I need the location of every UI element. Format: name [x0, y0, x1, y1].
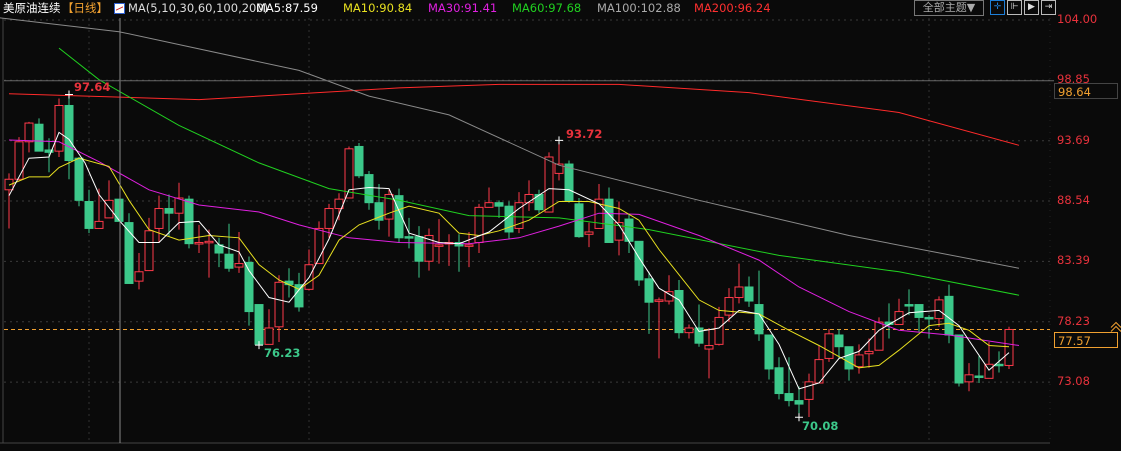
candle-up [194, 241, 204, 245]
candle-up [654, 299, 664, 302]
candle-up [484, 202, 494, 208]
candle-down [904, 304, 914, 307]
candle-down [634, 240, 644, 281]
candle-down [114, 198, 124, 222]
candle-up [714, 316, 724, 345]
candle-up [1004, 328, 1014, 366]
candle-down [64, 104, 74, 162]
extreme-marker-high1 [65, 90, 73, 99]
candle-down [834, 334, 844, 348]
candle-up [144, 230, 154, 272]
candle-down [164, 208, 174, 214]
candle-up [964, 374, 974, 383]
extreme-marker-high2 [555, 136, 563, 145]
candle-up [54, 104, 64, 152]
candle-down [754, 304, 764, 335]
candle-up [724, 297, 734, 316]
high-label-2: 93.72 [566, 127, 603, 141]
ma-line-ma30 [8, 139, 1020, 346]
candle-down [844, 346, 854, 370]
current-price-label: 77.57 [1054, 332, 1118, 348]
candle-up [464, 244, 474, 247]
candle-down [364, 174, 374, 204]
candle-up [544, 156, 554, 213]
y-tick-label: 78.23 [1057, 313, 1090, 328]
candle-up [874, 321, 884, 351]
candle-up [894, 311, 904, 325]
candle-down [994, 363, 1004, 367]
candle-up [434, 244, 444, 247]
candle-down [764, 334, 774, 370]
y-tick-label: 88.54 [1057, 193, 1090, 208]
candle-down [494, 202, 504, 207]
low-label-1: 76.23 [264, 346, 301, 360]
candle-up [24, 122, 34, 143]
y-tick-label: 104.00 [1057, 12, 1098, 26]
candle-up [864, 350, 874, 355]
candlestick-chart[interactable] [0, 0, 1121, 451]
candle-up [274, 281, 284, 328]
candle-down [784, 393, 794, 402]
candle-up [804, 381, 814, 400]
candle-down [624, 218, 634, 242]
candle-up [324, 208, 334, 229]
candle-down [74, 157, 84, 201]
crosshair-price-label: 98.64 [1054, 83, 1118, 99]
candle-down [744, 286, 754, 302]
candle-up [704, 345, 714, 350]
candle-down [354, 145, 364, 177]
ma-line-ma10 [8, 157, 1010, 369]
candle-down [774, 367, 784, 395]
candle-up [154, 208, 164, 229]
candle-up [664, 291, 674, 302]
candle-down [414, 236, 424, 262]
y-tick-label: 73.08 [1057, 374, 1090, 389]
candle-down [254, 304, 264, 345]
candle-down [924, 316, 934, 320]
candle-down [644, 278, 654, 303]
candle-down [564, 163, 574, 203]
candle-up [264, 327, 274, 345]
candle-down [954, 334, 964, 384]
candle-down [794, 400, 804, 405]
candle-up [134, 271, 144, 282]
candle-up [934, 299, 944, 320]
ma-line-ma60 [58, 47, 1020, 296]
candle-down [974, 375, 984, 378]
y-tick-label: 93.69 [1057, 132, 1090, 147]
candle-up [4, 178, 14, 191]
candle-down [224, 253, 234, 269]
y-tick-label: 83.39 [1057, 253, 1090, 268]
candle-up [824, 333, 834, 359]
candle-up [684, 327, 694, 334]
candle-up [14, 141, 24, 180]
candle-down [674, 290, 684, 334]
candle-down [84, 201, 94, 229]
high-label-1: 97.64 [74, 80, 111, 94]
candle-up [584, 231, 594, 235]
candle-down [404, 236, 414, 239]
candle-down [914, 304, 924, 318]
candle-down [694, 327, 704, 344]
candle-up [854, 354, 864, 368]
candle-down [34, 123, 44, 152]
scroll-up-icon [1110, 321, 1121, 332]
candle-up [734, 286, 744, 299]
candle-up [94, 220, 104, 229]
candle-up [234, 263, 244, 268]
candle-up [204, 240, 214, 244]
low-label-2: 70.08 [802, 419, 839, 433]
